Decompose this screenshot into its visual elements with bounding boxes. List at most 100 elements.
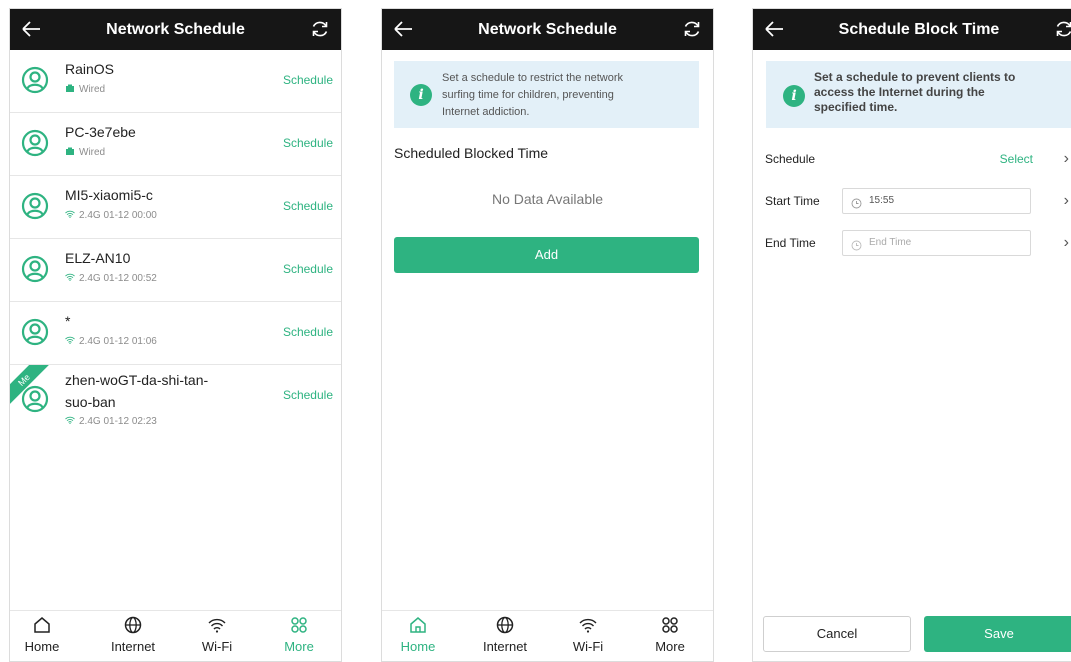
end-time-placeholder: End Time xyxy=(869,237,912,248)
notice-line: Internet addiction. xyxy=(442,106,530,118)
save-button[interactable]: Save xyxy=(924,616,1071,652)
user-avatar-icon xyxy=(21,255,49,283)
device-connection: 2.4G 01-12 00:52 xyxy=(65,272,157,286)
chevron-right-icon[interactable]: › xyxy=(1064,228,1069,258)
info-notice: i Set a schedule to restrict the network… xyxy=(394,61,699,128)
device-connection-text: Wired xyxy=(79,147,106,158)
device-connection: Wired xyxy=(65,83,105,97)
home-icon xyxy=(32,615,52,635)
device-connection: 2.4G 01-12 00:00 xyxy=(65,209,157,223)
refresh-icon[interactable] xyxy=(309,18,331,40)
end-time-row: End Time End Time › xyxy=(765,228,1071,258)
schedule-link[interactable]: Schedule xyxy=(283,388,333,402)
tab-label: More xyxy=(284,639,314,654)
schedule-row[interactable]: Schedule Select › xyxy=(765,144,1071,174)
tab-wifi[interactable]: Wi-Fi xyxy=(187,615,247,654)
add-button[interactable]: Add xyxy=(394,237,699,273)
wifi-icon xyxy=(65,415,75,429)
wifi-icon xyxy=(578,615,598,635)
tab-more[interactable]: More xyxy=(269,615,329,654)
device-name: ELZ-AN10 xyxy=(65,250,131,266)
notice-line: specified time. xyxy=(814,100,898,114)
schedule-link[interactable]: Schedule xyxy=(283,262,333,276)
more-icon xyxy=(289,615,309,635)
refresh-icon[interactable] xyxy=(681,18,703,40)
tab-label: Wi-Fi xyxy=(201,639,233,654)
schedule-link[interactable]: Schedule xyxy=(283,136,333,150)
device-name-line1: zhen-woGT-da-shi-tan- xyxy=(65,372,209,388)
wifi-icon xyxy=(65,335,75,349)
end-time-field[interactable]: End Time xyxy=(842,230,1031,256)
device-connection-text: 2.4G 01-12 02:23 xyxy=(79,416,157,427)
device-name: PC-3e7ebe xyxy=(65,124,136,140)
user-avatar-icon xyxy=(21,192,49,220)
notice-line: access the Internet during the xyxy=(814,85,985,99)
end-time-label: End Time xyxy=(765,236,816,250)
schedule-select-link[interactable]: Select xyxy=(1000,144,1033,174)
schedule-link[interactable]: Schedule xyxy=(283,73,333,87)
tab-home[interactable]: Home xyxy=(388,615,448,654)
device-row[interactable]: MI5-xiaomi5-c 2.4G 01-12 00:00 Schedule xyxy=(10,176,341,239)
device-connection: Wired xyxy=(65,146,105,160)
header-bar: Network Schedule xyxy=(10,9,341,50)
page-title: Network Schedule xyxy=(106,21,245,38)
notice-line: Set a schedule to restrict the network xyxy=(442,72,623,84)
wired-icon xyxy=(65,83,75,97)
notice-line: surfing time for children, preventing xyxy=(442,89,614,101)
tab-wifi[interactable]: Wi-Fi xyxy=(558,615,618,654)
header-bar: Schedule Block Time xyxy=(753,9,1071,50)
page-title: Schedule Block Time xyxy=(838,21,1000,38)
tab-label: Internet xyxy=(482,639,528,654)
device-connection-text: 2.4G 01-12 01:06 xyxy=(79,336,157,347)
device-name: MI5-xiaomi5-c xyxy=(65,187,153,203)
wifi-icon xyxy=(207,615,227,635)
globe-icon xyxy=(495,615,515,635)
empty-state: No Data Available xyxy=(491,191,604,207)
schedule-block-time-screen: Schedule Block Time i Set a schedule to … xyxy=(752,8,1071,662)
start-time-label: Start Time xyxy=(765,194,820,208)
user-avatar-icon xyxy=(21,66,49,94)
device-row[interactable]: ELZ-AN10 2.4G 01-12 00:52 Schedule xyxy=(10,239,341,302)
tab-internet[interactable]: Internet xyxy=(475,615,535,654)
tab-label: Home xyxy=(400,639,436,654)
device-connection: 2.4G 01-12 02:23 xyxy=(65,415,157,429)
device-list-screen: Network Schedule RainOS Wired Schedule P… xyxy=(9,8,342,662)
user-avatar-icon xyxy=(21,385,49,413)
schedule-link[interactable]: Schedule xyxy=(283,325,333,339)
device-row[interactable]: * 2.4G 01-12 01:06 Schedule xyxy=(10,302,341,365)
clock-icon xyxy=(851,237,862,251)
more-icon xyxy=(660,615,680,635)
tab-label: More xyxy=(655,639,685,654)
device-name: * xyxy=(65,313,71,329)
bottom-tab-bar: Home Internet Wi-Fi More xyxy=(10,610,341,661)
notice-line: Set a schedule to prevent clients to xyxy=(814,70,1016,84)
device-connection-text: Wired xyxy=(79,84,106,95)
schedule-label: Schedule xyxy=(765,152,816,166)
info-icon: i xyxy=(783,85,805,107)
refresh-icon[interactable] xyxy=(1053,18,1071,40)
device-row[interactable]: PC-3e7ebe Wired Schedule xyxy=(10,113,341,176)
user-avatar-icon xyxy=(21,129,49,157)
chevron-right-icon[interactable]: › xyxy=(1064,144,1069,174)
wired-icon xyxy=(65,146,75,160)
info-icon: i xyxy=(410,84,432,106)
start-time-value: 15:55 xyxy=(869,195,895,206)
info-notice: i Set a schedule to prevent clients to a… xyxy=(766,61,1071,128)
tab-home[interactable]: Home xyxy=(12,615,72,654)
header-bar: Network Schedule xyxy=(382,9,713,50)
tab-more[interactable]: More xyxy=(640,615,700,654)
wifi-icon xyxy=(65,272,75,286)
tab-internet[interactable]: Internet xyxy=(103,615,163,654)
device-name: RainOS xyxy=(65,61,115,77)
device-row[interactable]: Me zhen-woGT-da-shi-tan- suo-ban 2.4G 01… xyxy=(10,365,341,445)
device-row[interactable]: RainOS Wired Schedule xyxy=(10,50,341,113)
device-connection: 2.4G 01-12 01:06 xyxy=(65,335,157,349)
schedule-link[interactable]: Schedule xyxy=(283,199,333,213)
device-connection-text: 2.4G 01-12 00:52 xyxy=(79,273,157,284)
start-time-field[interactable]: 15:55 xyxy=(842,188,1031,214)
start-time-row: Start Time 15:55 › xyxy=(765,186,1071,216)
chevron-right-icon[interactable]: › xyxy=(1064,186,1069,216)
tab-label: Internet xyxy=(110,639,156,654)
cancel-button[interactable]: Cancel xyxy=(763,616,911,652)
clock-icon xyxy=(851,195,862,209)
